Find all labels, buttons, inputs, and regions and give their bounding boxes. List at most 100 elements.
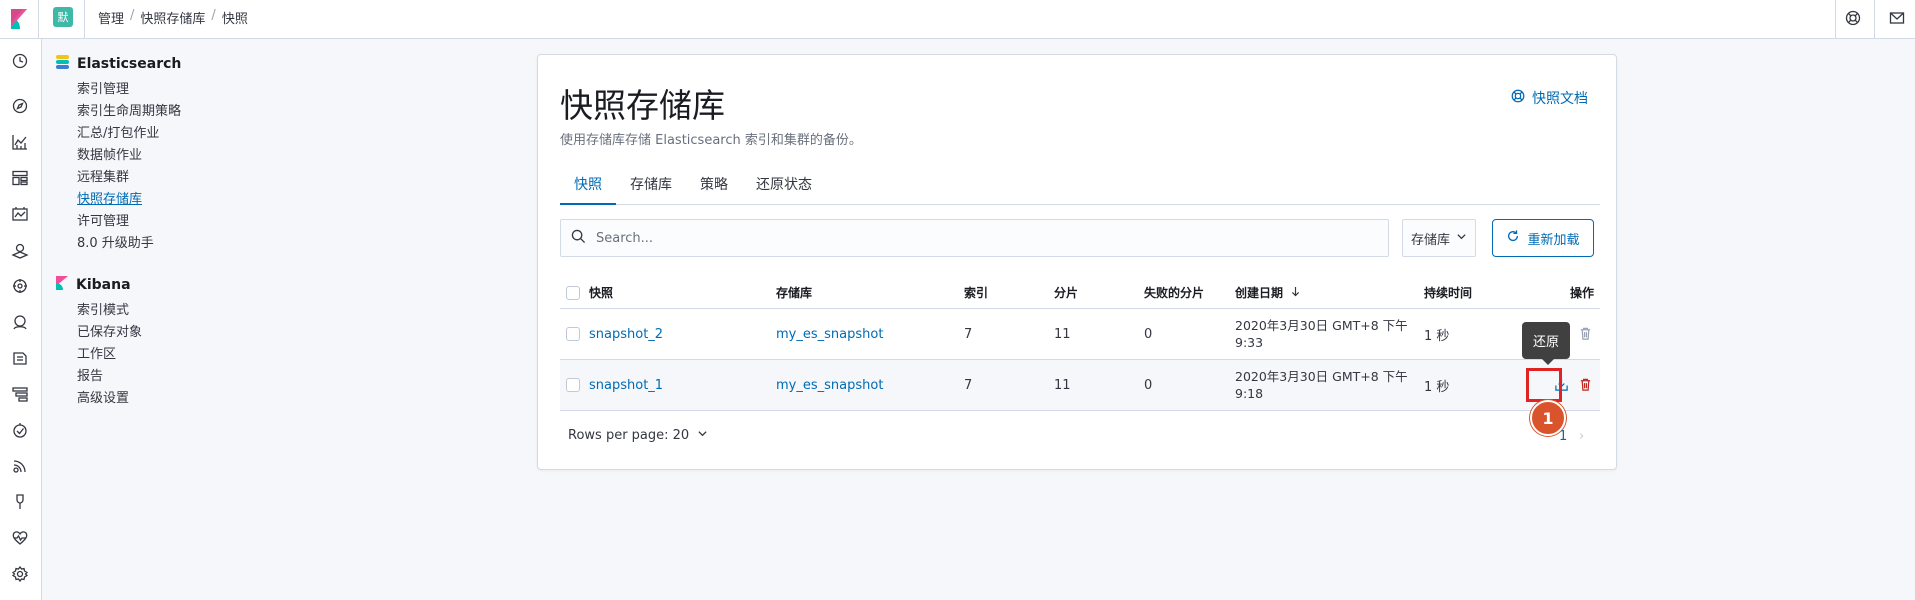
docs-link[interactable]: 快照文档 [1510,88,1588,108]
management-icon[interactable] [11,565,29,583]
infra-icon[interactable] [11,313,29,331]
column-header-actions: 操作 [1569,286,1594,300]
breadcrumb-separator: / [211,8,216,23]
sidebar-item-index-management[interactable]: 索引管理 [77,79,356,101]
table-header: 快照 存储库 索引 分片 失败的分片 创建日期 持续时间 操作 [560,277,1600,309]
chevron-down-icon [1456,231,1467,246]
kibana-logo-icon [56,276,68,294]
sidebar-item-license[interactable]: 许可管理 [77,211,356,233]
breadcrumb: 管理 / 快照存储库 / 快照 [98,8,248,27]
row-checkbox[interactable] [566,378,580,392]
repository-filter-button[interactable]: 存储库 [1402,219,1476,257]
sidebar-item-saved-objects[interactable]: 已保存对象 [77,322,356,344]
sidebar-item-reporting[interactable]: 报告 [77,366,356,388]
next-page-button[interactable]: › [1579,429,1584,444]
page-description: 使用存储库存储 Elasticsearch 索引和集群的备份。 [560,133,862,148]
restore-tooltip: 还原 [1522,322,1570,365]
cell-date: 2020年3月30日 GMT+8 下午 9:33 [1235,318,1408,350]
kibana-group-title: Kibana [56,275,356,295]
breadcrumb-snapshots: 快照 [221,12,248,27]
sidebar-item-index-patterns[interactable]: 索引模式 [77,300,356,322]
snapshot-name-link[interactable]: snapshot_2 [589,327,776,342]
cell-failed-shards: 0 [1144,377,1153,393]
elasticsearch-logo-icon [56,55,69,73]
sidebar-item-advanced-settings[interactable]: 高级设置 [77,388,356,410]
monitoring-icon[interactable] [11,529,29,547]
snapshots-table: 快照 存储库 索引 分片 失败的分片 创建日期 持续时间 操作 snapshot… [560,277,1600,411]
select-all-checkbox[interactable] [566,285,580,300]
tab-bar: 快照 存储库 策略 还原状态 [560,165,1600,205]
trash-icon[interactable] [1578,377,1594,393]
elasticsearch-items: 索引管理 索引生命周期策略 汇总/打包作业 数据帧作业 远程集群 快照存储库 许… [77,79,356,255]
kibana-logo[interactable] [0,0,39,38]
cell-shards: 11 [1054,326,1071,342]
mail-icon[interactable] [1888,9,1906,27]
kibana-items: 索引模式 已保存对象 工作区 报告 高级设置 [77,300,356,410]
annotation-highlight-box [1526,368,1562,402]
refresh-icon [1506,229,1520,247]
search-input[interactable] [596,230,1376,246]
tab-restore-status[interactable]: 还原状态 [742,165,826,205]
tab-repositories[interactable]: 存储库 [616,165,686,205]
column-header-duration[interactable]: 持续时间 [1424,284,1524,301]
rows-per-page-button[interactable]: Rows per page: 20 [568,428,708,443]
header-divider [84,0,85,38]
page-number-button[interactable]: 1 [1559,429,1567,444]
left-nav [0,39,42,600]
canvas-icon[interactable] [11,205,29,223]
sidebar-item-snapshot-repos[interactable]: 快照存储库 [77,189,356,211]
column-header-snapshot[interactable]: 快照 [589,284,776,301]
space-avatar[interactable]: 默 [53,7,73,27]
search-icon [571,229,586,248]
sidebar-item-ilm[interactable]: 索引生命周期策略 [77,101,356,123]
tab-policies[interactable]: 策略 [686,165,742,205]
dashboard-icon[interactable] [11,169,29,187]
column-header-failed-shards[interactable]: 失败的分片 [1144,284,1235,301]
chevron-down-icon [697,428,708,443]
tab-snapshots[interactable]: 快照 [560,165,616,205]
table-row: snapshot_1 my_es_snapshot 7 11 0 2020年3月… [560,360,1600,411]
uptime-icon[interactable] [11,421,29,439]
devtools-icon[interactable] [11,493,29,511]
sidebar-item-remote-clusters[interactable]: 远程集群 [77,167,356,189]
logs-icon[interactable] [11,349,29,367]
visualize-icon[interactable] [11,133,29,151]
column-header-shards[interactable]: 分片 [1054,284,1144,301]
top-header: 默 管理 / 快照存储库 / 快照 [0,0,1915,39]
repository-link[interactable]: my_es_snapshot [776,378,964,393]
elasticsearch-group-title: Elasticsearch [56,54,356,74]
cell-duration: 1 秒 [1424,379,1450,395]
cell-shards: 11 [1054,377,1071,393]
column-header-indices[interactable]: 索引 [964,284,1054,301]
sidebar-item-transforms[interactable]: 数据帧作业 [77,145,356,167]
compass-icon[interactable] [11,97,29,115]
column-header-repository[interactable]: 存储库 [776,284,964,301]
clock-icon[interactable] [11,52,29,70]
sort-down-icon [1291,286,1300,300]
sidebar-item-rollup-jobs[interactable]: 汇总/打包作业 [77,123,356,145]
cell-date: 2020年3月30日 GMT+8 下午 9:18 [1235,369,1408,401]
header-divider [1835,0,1836,38]
cell-duration: 1 秒 [1424,328,1450,344]
header-divider [1874,0,1875,38]
reload-button[interactable]: 重新加载 [1492,219,1594,257]
help-icon[interactable] [1844,9,1862,27]
column-header-date[interactable]: 创建日期 [1235,284,1424,301]
help-icon [1510,88,1526,108]
cell-indices: 7 [964,326,973,342]
ml-icon[interactable] [11,277,29,295]
search-box [560,219,1389,257]
apm-icon[interactable] [11,385,29,403]
snapshot-name-link[interactable]: snapshot_1 [589,378,776,393]
repository-link[interactable]: my_es_snapshot [776,327,964,342]
breadcrumb-management[interactable]: 管理 [98,8,124,27]
trash-icon[interactable] [1578,326,1594,342]
row-checkbox[interactable] [566,327,580,341]
siem-icon[interactable] [11,457,29,475]
annotation-step-badge: 1 [1530,400,1566,436]
maps-icon[interactable] [11,241,29,259]
sidebar-item-spaces[interactable]: 工作区 [77,344,356,366]
table-row: snapshot_2 my_es_snapshot 7 11 0 2020年3月… [560,309,1600,360]
breadcrumb-snapshot-repo[interactable]: 快照存储库 [140,8,205,27]
sidebar-item-upgrade-assistant[interactable]: 8.0 升级助手 [77,233,356,255]
